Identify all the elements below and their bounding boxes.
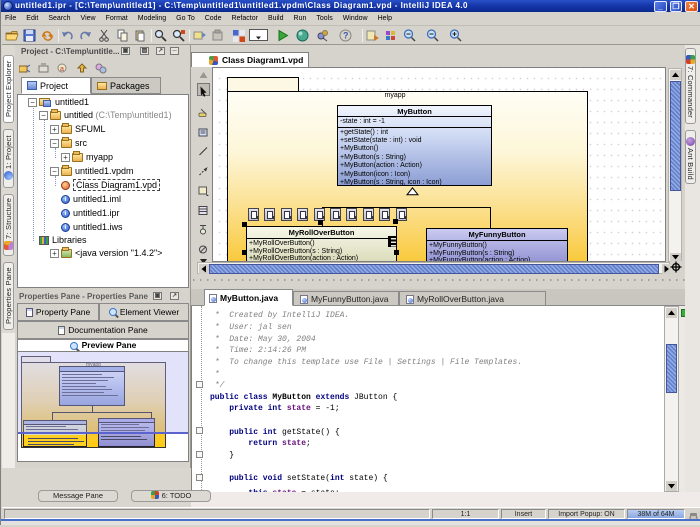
- svg-text:a: a: [60, 66, 64, 73]
- svg-text:?: ?: [343, 31, 349, 41]
